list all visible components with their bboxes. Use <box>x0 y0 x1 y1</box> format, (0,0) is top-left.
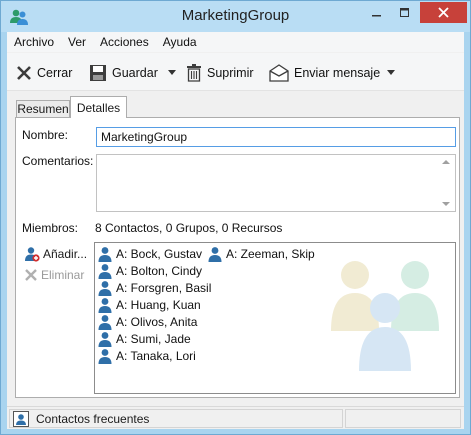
member-name: A: Forsgren, Basil <box>116 281 212 295</box>
floppy-disk-icon <box>90 65 106 81</box>
toolbar: Cerrar Guardar Suprimir Enviar mensaje <box>7 53 464 91</box>
close-button-label: Cerrar <box>37 66 73 80</box>
member-name: A: Bock, Gustav <box>116 247 203 261</box>
member-name: A: Bolton, Cindy <box>116 264 203 278</box>
maximize-icon <box>400 7 409 17</box>
name-label: Nombre: <box>22 128 69 142</box>
menu-ayuda[interactable]: Ayuda <box>156 32 204 52</box>
person-icon <box>98 264 112 279</box>
save-button-label: Guardar <box>112 66 158 80</box>
menu-bar: Archivo Ver Acciones Ayuda <box>7 32 464 52</box>
minimize-button[interactable] <box>363 2 391 23</box>
envelope-icon <box>269 64 289 82</box>
member-name: A: Tanaka, Lori <box>116 349 196 363</box>
tab-resumen[interactable]: Resumen <box>16 100 70 117</box>
save-dropdown-arrow-icon[interactable] <box>168 70 176 75</box>
close-x-icon <box>17 66 31 80</box>
delete-button[interactable]: Suprimir <box>186 62 254 84</box>
member-name: A: Huang, Kuan <box>116 298 201 312</box>
delete-button-label: Suprimir <box>207 66 254 80</box>
menu-ver[interactable]: Ver <box>61 32 93 52</box>
minimize-icon <box>372 14 381 16</box>
application-window: MarketingGroup Archivo Ver Acciones Ayud… <box>0 0 471 435</box>
maximize-button[interactable] <box>391 2 419 23</box>
member-name: A: Zeeman, Skip <box>226 247 315 261</box>
close-window-button[interactable] <box>420 2 467 23</box>
scroll-down-icon[interactable] <box>442 202 450 206</box>
list-item[interactable]: A: Sumi, Jade <box>97 331 191 347</box>
scroll-up-icon[interactable] <box>442 160 450 164</box>
contact-card-icon <box>13 410 29 427</box>
group-watermark-icon <box>331 261 439 371</box>
send-message-button-label: Enviar mensaje <box>294 66 381 80</box>
details-panel: Nombre: Comentarios: Miembros: 8 Contact… <box>15 117 460 398</box>
status-bar: Contactos frecuentes <box>7 406 464 429</box>
tab-detalles[interactable]: Detalles <box>70 96 127 118</box>
members-summary: 8 Contactos, 0 Grupos, 0 Recursos <box>95 221 283 235</box>
menu-archivo[interactable]: Archivo <box>7 32 61 52</box>
comments-scrollbar[interactable] <box>438 155 455 211</box>
add-person-icon <box>25 247 40 262</box>
members-list[interactable]: A: Bock, Gustav A: Bolton, Cindy A: Fors… <box>94 242 456 394</box>
person-icon <box>98 247 112 262</box>
person-icon <box>98 298 112 313</box>
status-frequent-contacts[interactable]: Contactos frecuentes <box>9 409 343 428</box>
member-name: A: Sumi, Jade <box>116 332 191 346</box>
client-area: Archivo Ver Acciones Ayuda Cerrar Guarda… <box>7 32 464 429</box>
trash-can-icon <box>187 64 201 82</box>
person-icon <box>98 349 112 364</box>
person-icon <box>98 332 112 347</box>
add-member-button[interactable]: Añadir... <box>24 246 87 262</box>
member-name: A: Olivos, Anita <box>116 315 198 329</box>
person-icon <box>98 281 112 296</box>
comments-field[interactable] <box>96 154 456 212</box>
remove-member-button[interactable]: Eliminar <box>24 268 84 282</box>
close-button[interactable]: Cerrar <box>16 62 72 84</box>
person-icon <box>98 315 112 330</box>
remove-member-label: Eliminar <box>41 268 85 282</box>
list-item[interactable]: A: Tanaka, Lori <box>97 348 196 364</box>
person-icon <box>208 247 222 262</box>
close-icon <box>438 7 449 18</box>
status-text: Contactos frecuentes <box>36 411 150 426</box>
list-item[interactable]: A: Bock, Gustav <box>97 246 202 262</box>
send-message-button[interactable]: Enviar mensaje <box>269 62 380 84</box>
comments-label: Comentarios: <box>22 154 94 168</box>
send-dropdown-arrow-icon[interactable] <box>387 70 395 75</box>
save-button[interactable]: Guardar <box>89 62 158 84</box>
list-item[interactable]: A: Bolton, Cindy <box>97 263 202 279</box>
list-item[interactable]: A: Zeeman, Skip <box>207 246 315 262</box>
members-label: Miembros: <box>22 221 79 235</box>
menu-acciones[interactable]: Acciones <box>93 32 156 52</box>
remove-x-icon <box>25 269 37 281</box>
list-item[interactable]: A: Huang, Kuan <box>97 297 201 313</box>
list-item[interactable]: A: Olivos, Anita <box>97 314 197 330</box>
add-member-label: Añadir... <box>43 247 88 261</box>
status-panel-empty <box>345 409 461 428</box>
title-bar[interactable]: MarketingGroup <box>1 1 470 32</box>
name-field[interactable] <box>96 127 456 147</box>
list-item[interactable]: A: Forsgren, Basil <box>97 280 211 296</box>
